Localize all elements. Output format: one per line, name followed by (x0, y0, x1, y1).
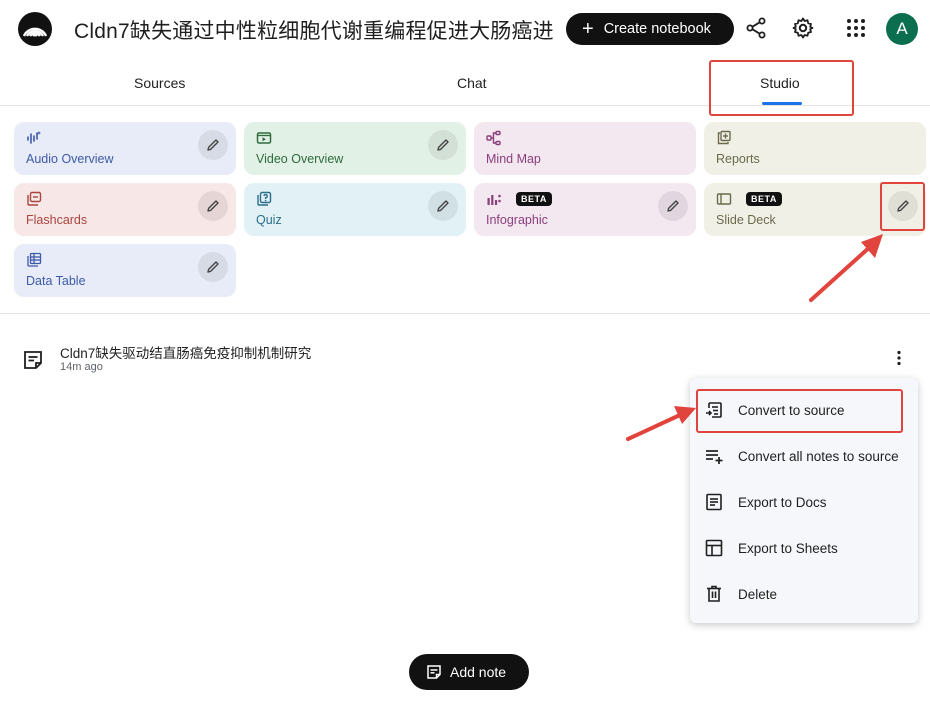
add-note-button[interactable]: Add note (409, 654, 529, 690)
pencil-icon (437, 200, 449, 212)
note-title[interactable]: Cldn7缺失驱动结直肠癌免疫抑制机制研究 (60, 342, 311, 362)
pencil-icon (207, 200, 219, 212)
notebooklm-logo-icon[interactable] (18, 12, 52, 46)
edit-button[interactable] (658, 191, 688, 221)
note-timestamp: 14m ago (60, 361, 103, 373)
studio-card-reports[interactable]: Reports (704, 122, 926, 175)
pencil-icon (437, 139, 449, 151)
pencil-icon (207, 261, 219, 273)
trash-icon (707, 585, 721, 602)
infographic-icon (487, 194, 501, 205)
edit-button[interactable] (198, 130, 228, 160)
card-label: Slide Deck (716, 213, 776, 227)
menu-item-export-to-sheets[interactable]: Export to Sheets (690, 526, 918, 570)
create-notebook-label: Create notebook (603, 21, 711, 37)
tab-sources[interactable]: Sources (134, 75, 185, 91)
card-label: Reports (716, 152, 760, 166)
account-avatar[interactable]: A (886, 13, 918, 45)
settings-gear-icon[interactable] (791, 16, 815, 40)
pencil-icon (667, 200, 679, 212)
docs-icon (706, 493, 722, 511)
studio-card-audio-overview[interactable]: Audio Overview (14, 122, 236, 175)
card-label: Infographic (486, 213, 548, 227)
tab-chat[interactable]: Chat (457, 75, 487, 91)
studio-card-mind-map[interactable]: Mind Map (474, 122, 696, 175)
menu-item-label: Delete (738, 586, 778, 602)
card-label: Audio Overview (26, 152, 114, 166)
data-table-icon (27, 252, 42, 267)
app-header: Cldn7缺失通过中性粒细胞代谢重编程促进大肠癌进 + Create noteb… (0, 0, 930, 58)
studio-card-infographic[interactable]: BETA Infographic (474, 183, 696, 236)
annotation-arrow-icon (809, 234, 883, 302)
edit-button[interactable] (428, 191, 458, 221)
slide-deck-icon (716, 193, 732, 205)
note-add-icon (427, 665, 441, 679)
pencil-icon (207, 139, 219, 151)
card-label: Flashcards (26, 213, 88, 227)
studio-card-flashcards[interactable]: Flashcards (14, 183, 236, 236)
annotation-highlight-convert (696, 389, 903, 433)
beta-badge: BETA (516, 192, 552, 206)
edit-button[interactable] (428, 130, 458, 160)
create-notebook-button[interactable]: + Create notebook (566, 13, 734, 45)
sheets-icon (705, 539, 723, 557)
video-icon (256, 132, 272, 144)
annotation-highlight-edit (880, 182, 925, 231)
menu-item-label: Convert all notes to source (738, 448, 899, 464)
studio-card-video-overview[interactable]: Video Overview (244, 122, 466, 175)
add-note-label: Add note (450, 664, 507, 680)
annotation-arrow-icon (626, 406, 696, 441)
flashcards-icon (27, 191, 42, 206)
menu-item-label: Export to Docs (738, 494, 827, 510)
studio-card-quiz[interactable]: Quiz (244, 183, 466, 236)
plus-icon: + (582, 18, 594, 40)
card-label: Mind Map (486, 152, 541, 166)
note-icon (24, 351, 42, 369)
section-divider (0, 313, 930, 314)
apps-grid-icon[interactable] (844, 16, 868, 40)
more-options-button[interactable] (888, 347, 910, 369)
card-label: Video Overview (256, 152, 344, 166)
playlist-add-icon (706, 450, 723, 464)
quiz-icon (257, 191, 272, 206)
menu-item-export-to-docs[interactable]: Export to Docs (690, 480, 918, 524)
more-vert-icon (897, 350, 901, 366)
notebook-title[interactable]: Cldn7缺失通过中性粒细胞代谢重编程促进大肠癌进 (74, 15, 554, 45)
edit-button[interactable] (198, 191, 228, 221)
menu-item-delete[interactable]: Delete (690, 572, 918, 616)
menu-item-label: Export to Sheets (738, 540, 838, 556)
edit-button[interactable] (198, 252, 228, 282)
reports-icon (717, 130, 731, 145)
menu-item-convert-all-notes[interactable]: Convert all notes to source (690, 434, 918, 478)
audio-waveform-icon (27, 131, 41, 144)
mind-map-icon (486, 130, 501, 146)
beta-badge: BETA (746, 192, 782, 206)
annotation-highlight-studio (709, 60, 854, 116)
share-icon[interactable] (744, 16, 768, 40)
card-label: Data Table (26, 274, 86, 288)
card-label: Quiz (256, 213, 282, 227)
studio-card-data-table[interactable]: Data Table (14, 244, 236, 297)
